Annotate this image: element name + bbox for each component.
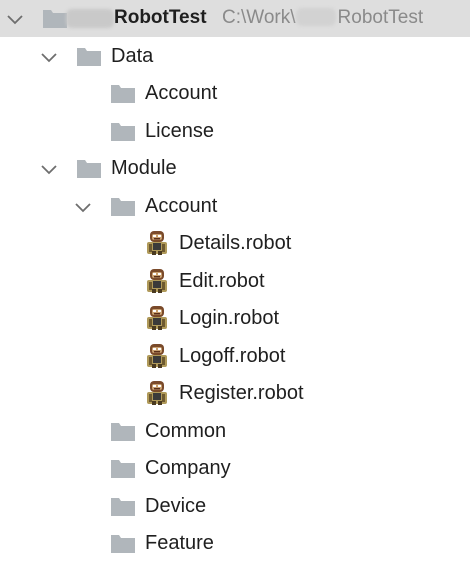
tree-folder-row[interactable]: Account — [0, 188, 470, 225]
folder-icon — [110, 456, 136, 480]
folder-label: Feature — [145, 532, 214, 554]
tree-file-row[interactable]: Edit.robot — [0, 263, 470, 300]
project-name: RobotTest — [114, 7, 207, 28]
folder-icon — [110, 119, 136, 143]
chevron-down-icon[interactable] — [40, 48, 58, 66]
tree-file-row[interactable]: Register.robot — [0, 375, 470, 412]
chevron-down-icon[interactable] — [74, 198, 92, 216]
tree-folder-row[interactable]: Account — [0, 75, 470, 112]
project-path-suffix: RobotTest — [337, 7, 424, 28]
robot-file-icon — [144, 230, 170, 255]
folder-icon — [110, 494, 136, 518]
file-label: Details.robot — [179, 232, 292, 254]
tree-folder-row[interactable]: Module — [0, 150, 470, 187]
file-label: Register.robot — [179, 382, 304, 404]
tree-folder-row[interactable]: License — [0, 113, 470, 150]
tree-folder-row[interactable]: Feature — [0, 525, 470, 562]
tree-file-row[interactable]: Login.robot — [0, 300, 470, 337]
file-label: Login.robot — [179, 307, 280, 329]
file-label: Edit.robot — [179, 269, 265, 292]
project-path-prefix: C:\Work\ — [222, 7, 296, 28]
folder-label: Device — [145, 494, 207, 517]
folder-label: Account — [145, 194, 218, 217]
folder-icon — [76, 44, 102, 68]
folder-icon — [110, 194, 136, 218]
folder-label: Account — [145, 82, 218, 104]
project-tree: RobotTest C:\Work\ RobotTest Data Account L… — [0, 0, 470, 568]
file-label: Logoff.robot — [179, 344, 286, 367]
folder-label: Common — [145, 419, 227, 442]
robot-file-icon — [144, 343, 170, 368]
project-path: C:\Work\ RobotTest — [222, 5, 423, 31]
redacted-name-prefix — [66, 9, 114, 28]
robot-file-icon — [144, 380, 170, 405]
folder-icon — [110, 419, 136, 443]
tree-folder-row[interactable]: Device — [0, 488, 470, 525]
tree-file-row[interactable]: Details.robot — [0, 225, 470, 262]
robot-file-icon — [144, 268, 170, 293]
chevron-down-icon[interactable] — [6, 10, 24, 28]
folder-icon — [110, 531, 136, 555]
tree-root-row[interactable]: RobotTest C:\Work\ RobotTest — [0, 0, 470, 37]
folder-icon — [42, 6, 68, 30]
folder-label: Data — [111, 44, 154, 67]
tree-folder-row[interactable]: Common — [0, 413, 470, 450]
robot-file-icon — [144, 305, 170, 330]
folder-icon — [76, 156, 102, 180]
tree-folder-row[interactable]: Company — [0, 450, 470, 487]
chevron-down-icon[interactable] — [40, 160, 58, 178]
folder-label: Company — [145, 457, 231, 479]
folder-icon — [110, 81, 136, 105]
redacted-path-segment — [295, 8, 336, 26]
folder-label: License — [145, 119, 214, 142]
tree-file-row[interactable]: Logoff.robot — [0, 338, 470, 375]
folder-label: Module — [111, 157, 177, 179]
tree-folder-row[interactable]: Data — [0, 38, 470, 75]
